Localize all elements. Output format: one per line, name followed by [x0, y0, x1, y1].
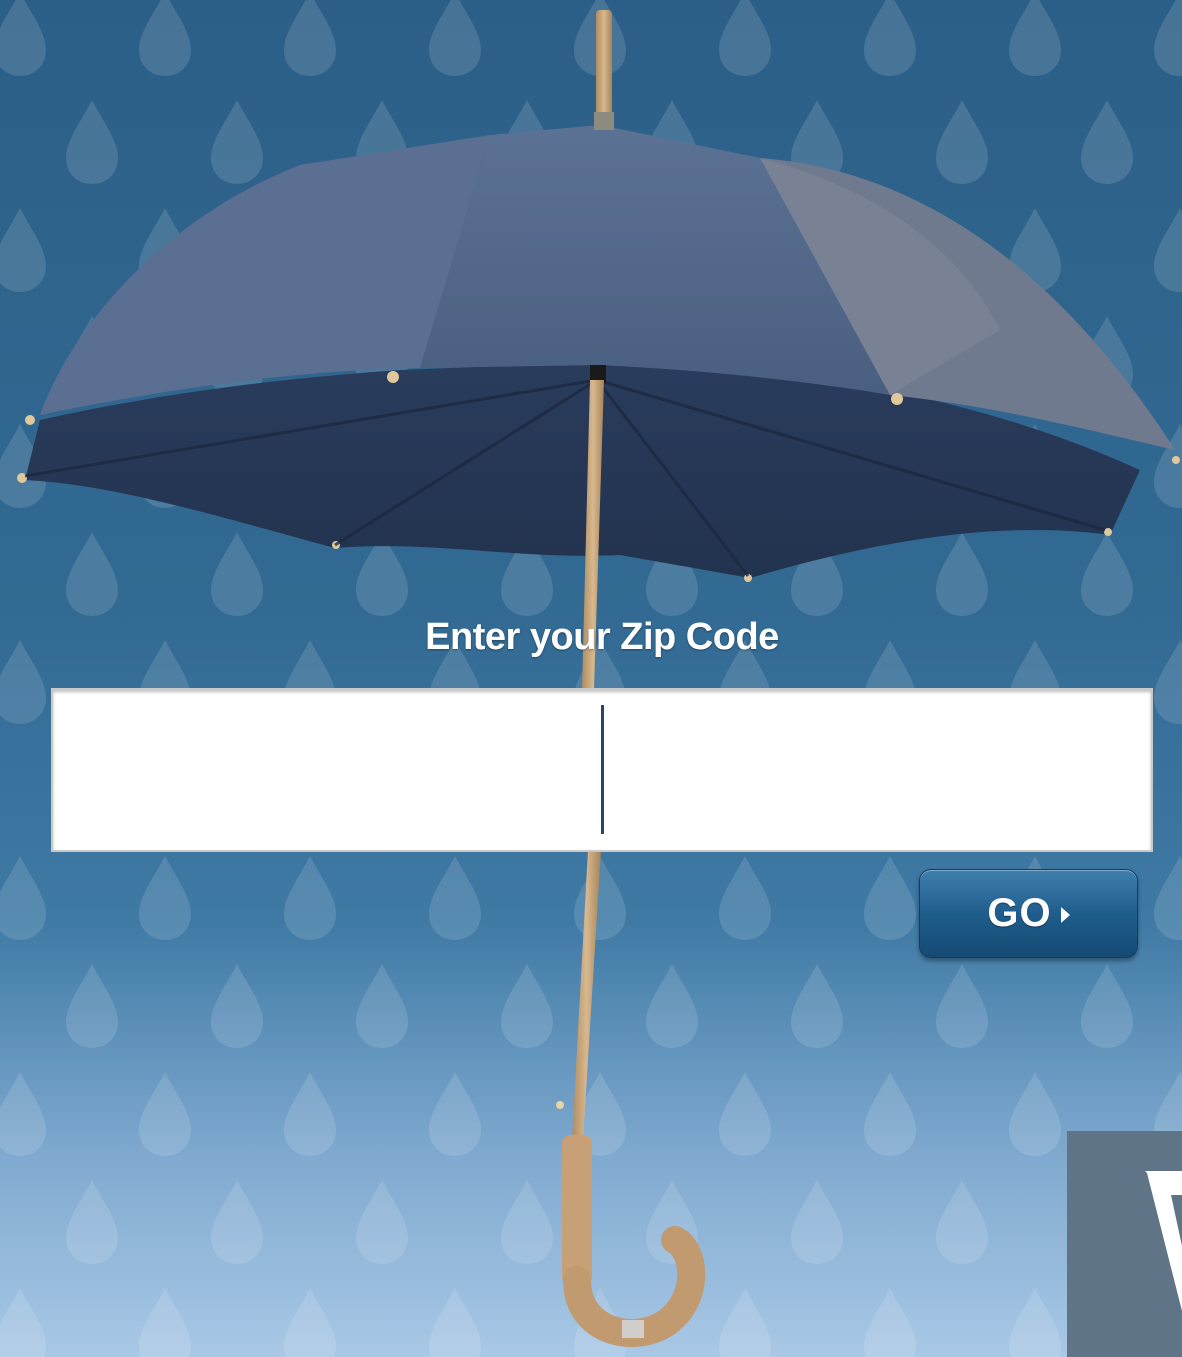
raindrop-icon — [501, 1180, 553, 1264]
raindrop-icon — [139, 1072, 191, 1156]
raindrop-icon — [284, 1288, 336, 1357]
zip-entry-screen: Enter your Zip Code GO — [0, 0, 1182, 1357]
raindrop-icon — [1009, 0, 1061, 76]
raindrop-icon — [211, 100, 263, 184]
raindrop-icon — [0, 208, 46, 292]
raindrop-icon — [429, 0, 481, 76]
go-button[interactable]: GO — [919, 869, 1138, 958]
raindrop-icon — [936, 964, 988, 1048]
raindrop-icon — [284, 1072, 336, 1156]
raindrop-icon — [646, 964, 698, 1048]
raindrop-icon — [284, 0, 336, 76]
raindrop-icon — [864, 0, 916, 76]
raindrop-icon — [429, 1072, 481, 1156]
raindrop-icon — [936, 1180, 988, 1264]
raindrop-icon — [719, 0, 771, 76]
raindrop-icon — [429, 1288, 481, 1357]
raindrop-icon — [0, 0, 46, 76]
chevron-right-icon — [1060, 906, 1070, 923]
raindrop-icon — [574, 856, 626, 940]
raindrop-icon — [1081, 100, 1133, 184]
raindrop-icon — [864, 1288, 916, 1357]
zip-code-label: Enter your Zip Code — [425, 616, 779, 658]
raindrop-icon — [1154, 0, 1182, 76]
raindrop-icon — [66, 532, 118, 616]
raindrop-icon — [139, 856, 191, 940]
raindrop-icon — [791, 964, 843, 1048]
raindrop-icon — [936, 532, 988, 616]
raindrop-icon — [1009, 1288, 1061, 1357]
raindrop-icon — [66, 1180, 118, 1264]
raindrop-icon — [139, 1288, 191, 1357]
raindrop-icon — [66, 964, 118, 1048]
text-caret — [601, 705, 604, 834]
raindrop-icon — [501, 964, 553, 1048]
raindrop-icon — [791, 1180, 843, 1264]
umbrella-rain-illustration — [0, 0, 1182, 1357]
go-button-label: GO — [987, 891, 1052, 935]
raindrop-icon — [864, 856, 916, 940]
raindrop-icon — [66, 100, 118, 184]
raindrop-icon — [139, 0, 191, 76]
raindrop-icon — [0, 1072, 46, 1156]
raindrop-icon — [719, 1288, 771, 1357]
partial-letter-graphic — [1145, 1171, 1182, 1311]
raindrop-icon — [429, 856, 481, 940]
raindrop-icon — [719, 1072, 771, 1156]
raindrop-icon — [864, 1072, 916, 1156]
raindrop-icon — [356, 1180, 408, 1264]
raindrop-icon — [936, 100, 988, 184]
raindrop-icon — [1081, 532, 1133, 616]
raindrop-icon — [0, 856, 46, 940]
raindrop-icon — [1081, 964, 1133, 1048]
raindrop-icon — [211, 964, 263, 1048]
raindrop-icon — [719, 856, 771, 940]
raindrop-icon — [284, 856, 336, 940]
raindrop-icon — [0, 1288, 46, 1357]
raindrop-icon — [1154, 208, 1182, 292]
raindrop-icon — [211, 1180, 263, 1264]
raindrop-icon — [1154, 856, 1182, 940]
raindrop-icon — [356, 964, 408, 1048]
raindrop-icon — [1009, 1072, 1061, 1156]
raindrop-icon — [211, 532, 263, 616]
side-panel — [1067, 1131, 1182, 1357]
